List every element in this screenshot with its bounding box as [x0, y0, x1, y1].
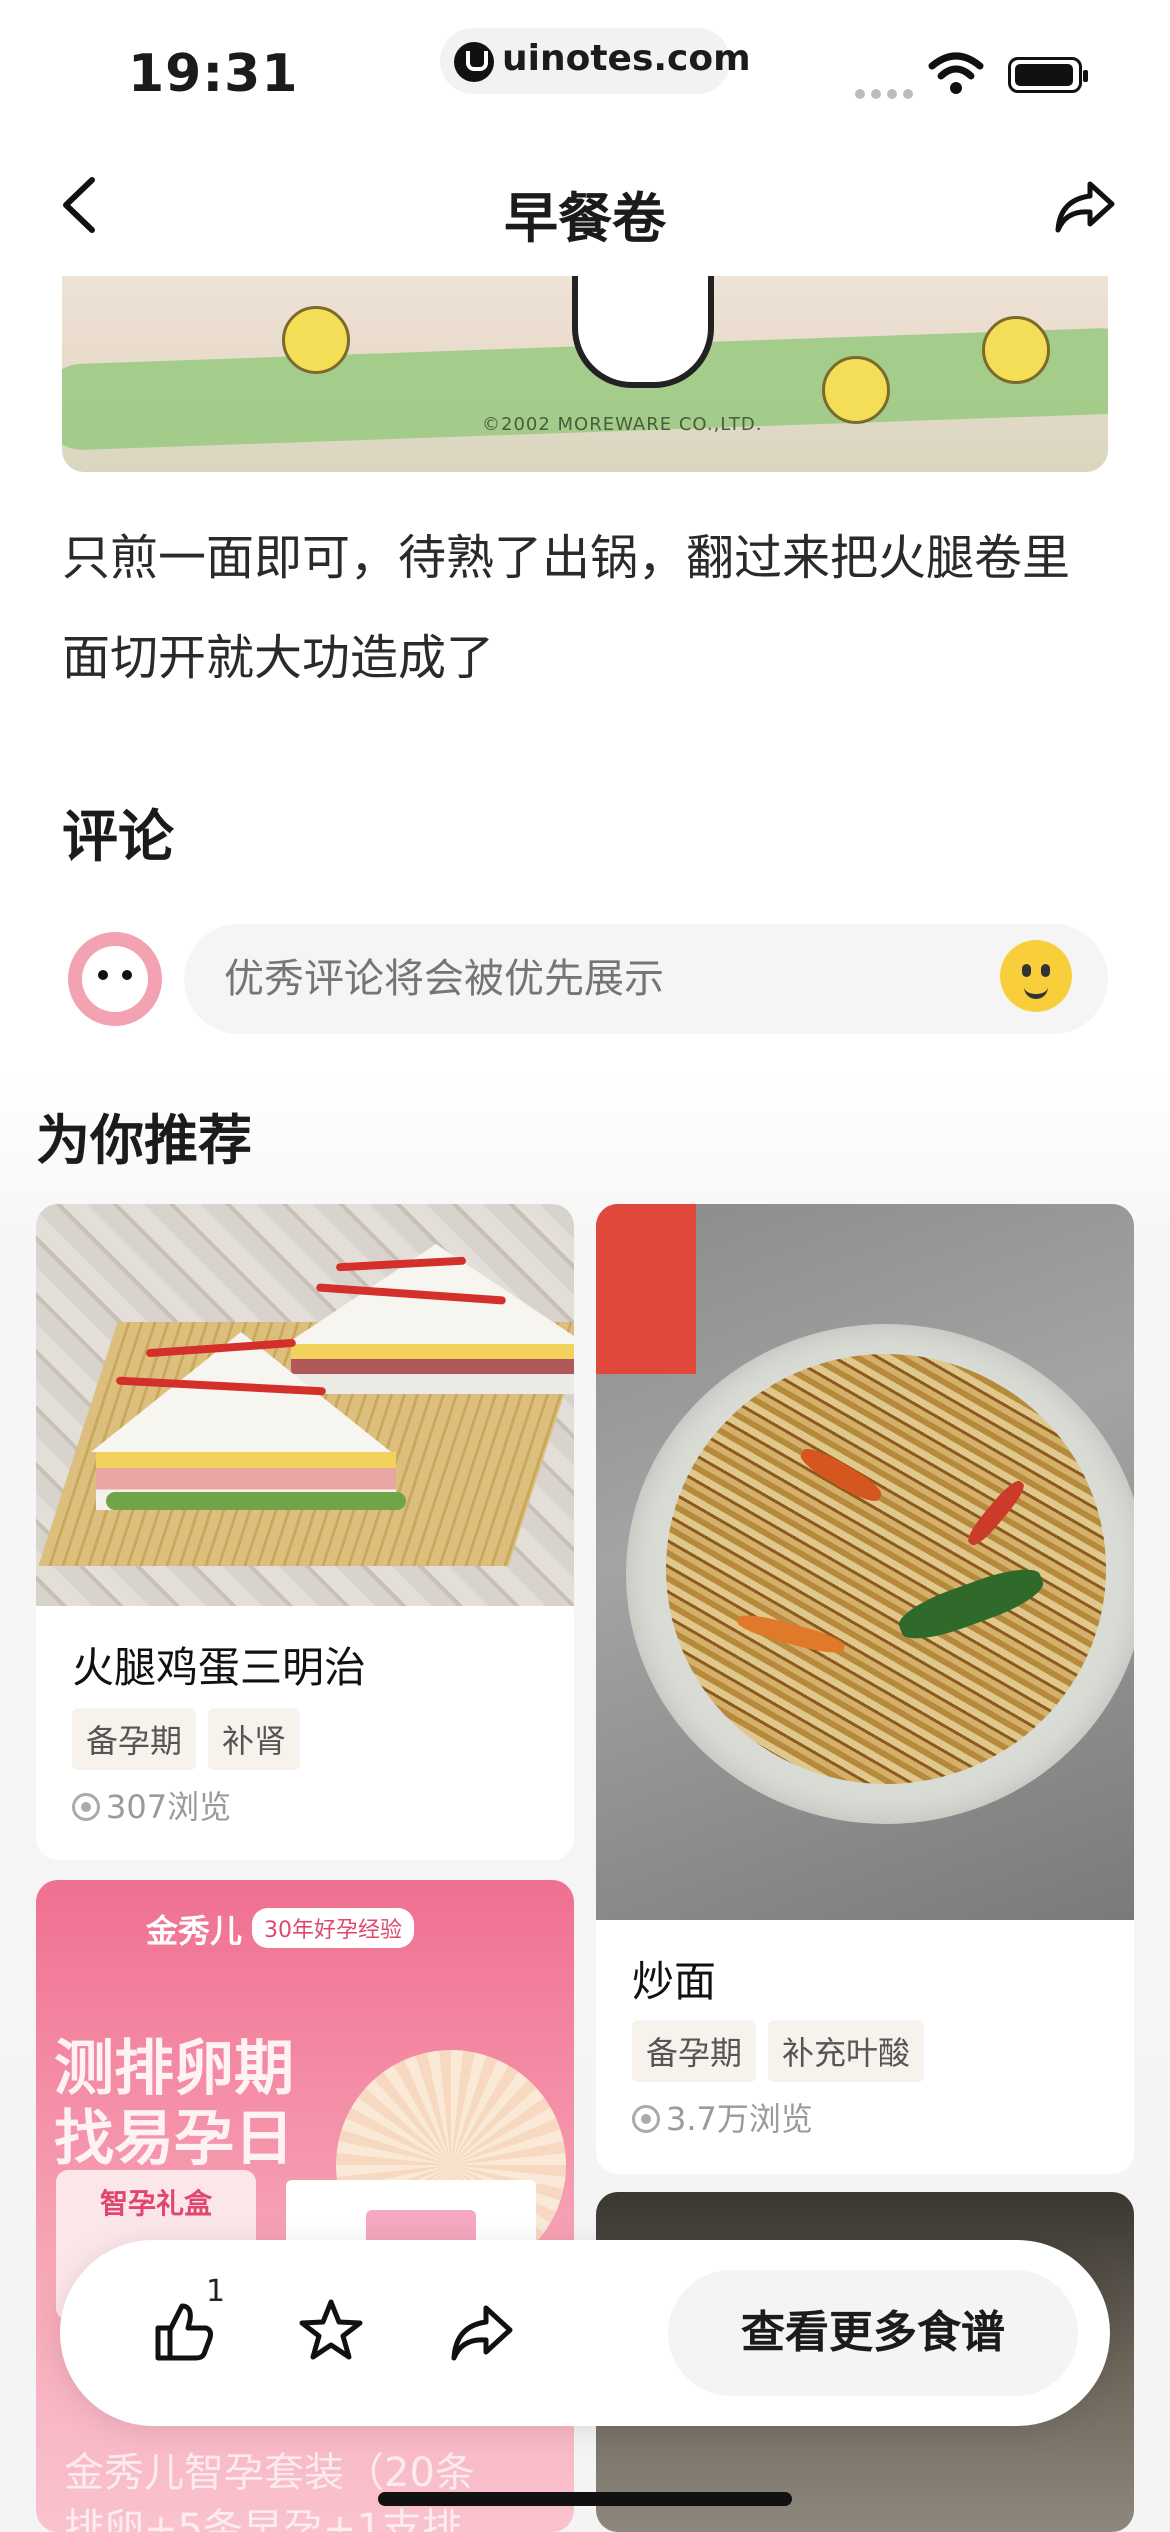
- ad-card[interactable]: 金秀儿 30年好孕经验 测排卵期 找易孕日 智孕礼盒 金秀儿智孕套装（20条 排…: [36, 1880, 574, 2532]
- share-icon[interactable]: [446, 2298, 516, 2368]
- ad-brand: 金秀儿: [146, 1912, 243, 1950]
- view-count: 307浏览: [72, 1782, 231, 1828]
- tag: 补肾: [208, 1708, 301, 1770]
- eye-icon: [632, 2105, 660, 2133]
- recommend-heading: 为你推荐: [36, 1109, 252, 1172]
- step-text-line: 只煎一面即可，待熟了出锅，翻过来把火腿卷里: [62, 530, 1071, 586]
- recipe-title: 火腿鸡蛋三明治: [72, 1643, 367, 1692]
- view-count-text: 307浏览: [106, 1788, 232, 1826]
- like-count: 1: [206, 2274, 226, 2309]
- recipe-card[interactable]: 炒面 备孕期 补充叶酸 3.7万浏览: [596, 1204, 1134, 2174]
- comments-heading: 评论: [62, 805, 174, 870]
- recipe-card[interactable]: 火腿鸡蛋三明治 备孕期 补肾 307浏览: [36, 1204, 574, 1860]
- view-count-text: 3.7万浏览: [666, 2100, 813, 2138]
- wifi-icon: [928, 52, 984, 94]
- ad-headline: 找易孕日: [54, 2104, 294, 2174]
- emoji-icon[interactable]: [1000, 940, 1072, 1012]
- step-image: ©2002 MOREWARE CO.,LTD.: [62, 276, 1108, 472]
- recipe-title: 炒面: [632, 1957, 717, 2006]
- star-icon[interactable]: [296, 2296, 366, 2366]
- recipe-tags: 备孕期 补充叶酸: [632, 2020, 936, 2082]
- url-text: uinotes.com: [502, 38, 751, 79]
- battery-icon: [1008, 57, 1088, 93]
- image-copyright: ©2002 MOREWARE CO.,LTD.: [482, 414, 763, 435]
- tag: 补充叶酸: [768, 2020, 925, 2082]
- page-title: 早餐卷: [504, 187, 666, 250]
- avatar[interactable]: [68, 932, 162, 1026]
- status-bar: 19:31 uinotes.com: [0, 0, 1170, 140]
- comment-input[interactable]: [184, 924, 1108, 1034]
- tag: 备孕期: [632, 2020, 757, 2082]
- share-icon[interactable]: [1052, 176, 1118, 236]
- signal-icon: [855, 84, 919, 103]
- ad-badge: 30年好孕经验: [252, 1908, 414, 1948]
- step-description: 只煎一面即可，待熟了出锅，翻过来把火腿卷里 面切开就大功造成了: [62, 508, 1122, 708]
- home-indicator: [378, 2492, 792, 2506]
- status-time: 19:31: [128, 44, 299, 104]
- recipe-image: [36, 1204, 574, 1606]
- recipe-tags: 备孕期 补肾: [72, 1708, 312, 1770]
- more-recipes-button[interactable]: 查看更多食谱: [668, 2270, 1078, 2396]
- site-logo-icon: [454, 42, 494, 82]
- step-text-line: 面切开就大功造成了: [62, 630, 495, 686]
- ad-title-partial: 金秀儿智孕套装（20条: [64, 2450, 475, 2496]
- tag: 备孕期: [72, 1708, 197, 1770]
- recipe-image: [596, 1204, 1134, 1920]
- ad-box-label: 智孕礼盒: [100, 2187, 213, 2220]
- eye-icon: [72, 1793, 100, 1821]
- view-count: 3.7万浏览: [632, 2094, 813, 2140]
